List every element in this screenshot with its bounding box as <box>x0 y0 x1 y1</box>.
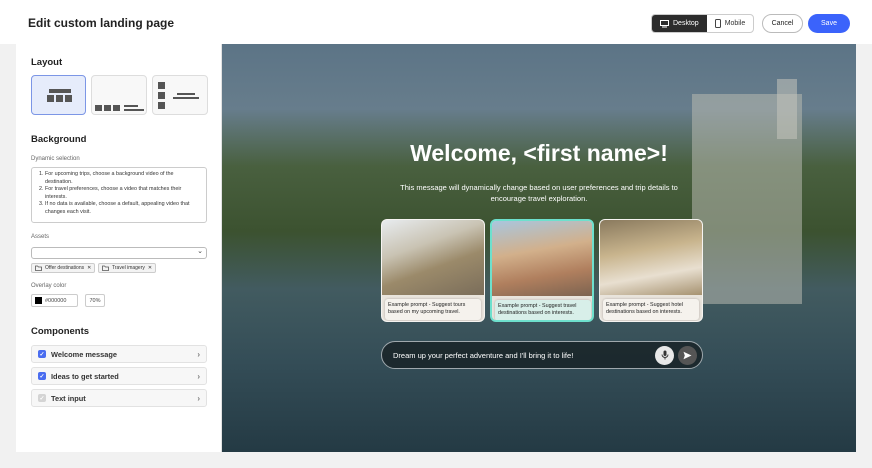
save-button[interactable]: Save <box>808 14 850 33</box>
desktop-toggle[interactable]: Desktop <box>652 15 707 32</box>
prompt-input[interactable]: Dream up your perfect adventure and I'll… <box>381 341 703 369</box>
components-heading: Components <box>31 326 90 337</box>
component-text-input[interactable]: ✓ Text input › <box>31 389 207 407</box>
top-bar: Edit custom landing page Desktop Mobile … <box>0 0 872 44</box>
idea-card[interactable]: Example prompt - Suggest travel destinat… <box>490 219 594 322</box>
settings-panel: Layout Background Dynamic selection For … <box>16 44 222 452</box>
dynamic-rule: If no data is available, choose a defaul… <box>45 201 202 216</box>
component-welcome-message[interactable]: ✓ Welcome message › <box>31 345 207 363</box>
send-icon <box>683 351 692 359</box>
checkbox[interactable]: ✓ <box>38 372 46 380</box>
overlay-color-field[interactable]: #000000 <box>31 294 78 307</box>
overlay-opacity-field[interactable]: 70% <box>85 294 105 307</box>
assets-select[interactable]: ⌄ <box>31 247 207 259</box>
desktop-label: Desktop <box>673 20 699 27</box>
folder-icon <box>35 265 42 271</box>
welcome-title: Welcome, <first name>! <box>410 140 668 166</box>
layout-centered-icon <box>47 89 72 102</box>
landing-page-preview: Welcome, <first name>! This message will… <box>222 44 856 452</box>
chevron-down-icon: ⌄ <box>197 248 203 255</box>
prompt-placeholder: Dream up your perfect adventure and I'll… <box>393 350 574 360</box>
layout-bottom-icon <box>95 105 144 111</box>
background-tower <box>777 79 797 139</box>
component-ideas[interactable]: ✓ Ideas to get started › <box>31 367 207 385</box>
background-heading: Background <box>31 134 87 145</box>
card-prompt: Example prompt - Suggest tours based on … <box>385 299 481 320</box>
mobile-toggle[interactable]: Mobile <box>707 15 754 32</box>
remove-tag-icon[interactable]: ✕ <box>148 265 152 271</box>
idea-card[interactable]: Example prompt - Suggest hotel destinati… <box>599 219 703 322</box>
layout-option-centered[interactable] <box>31 75 86 115</box>
welcome-subtitle: This message will dynamically change bas… <box>400 183 678 203</box>
send-button[interactable] <box>678 345 697 365</box>
layout-heading: Layout <box>31 57 63 68</box>
component-label: Ideas to get started <box>51 371 119 381</box>
layout-option-bottom[interactable] <box>91 75 147 115</box>
page-title: Edit custom landing page <box>28 16 175 30</box>
phone-icon <box>714 19 721 28</box>
chevron-right-icon: › <box>197 349 200 359</box>
overlay-color-value: #000000 <box>45 297 67 304</box>
component-label: Text input <box>51 393 86 403</box>
view-toggle: Desktop Mobile <box>651 14 755 33</box>
dynamic-selection-label: Dynamic selection <box>31 156 80 162</box>
checkbox[interactable]: ✓ <box>38 350 46 358</box>
chevron-right-icon: › <box>197 371 200 381</box>
remove-tag-icon[interactable]: ✕ <box>87 265 91 271</box>
asset-tag: Travel imagery ✕ <box>98 263 157 273</box>
idea-card[interactable]: Example prompt - Suggest tours based on … <box>381 219 485 322</box>
color-swatch[interactable] <box>35 297 42 304</box>
asset-tag-label: Travel imagery <box>112 265 145 271</box>
dynamic-rule: For travel preferences, choose a video t… <box>45 186 202 201</box>
asset-tag: Offer destinations ✕ <box>31 263 96 273</box>
monitor-icon <box>660 19 669 27</box>
cityscape-photo <box>492 221 592 296</box>
layout-option-left[interactable] <box>152 75 208 115</box>
asset-tag-label: Offer destinations <box>45 265 85 271</box>
microphone-icon <box>661 350 668 360</box>
travelers-photo <box>382 220 484 295</box>
checkbox[interactable]: ✓ <box>38 394 46 402</box>
card-prompt: Example prompt - Suggest travel destinat… <box>495 300 591 320</box>
folder-icon <box>102 265 109 271</box>
layout-left-icon <box>158 82 199 109</box>
overlay-color-label: Overlay color <box>31 283 67 289</box>
dynamic-selection-textarea[interactable]: For upcoming trips, choose a background … <box>31 167 207 223</box>
dynamic-rule: For upcoming trips, choose a background … <box>45 171 202 186</box>
hotel-room-photo <box>600 220 702 295</box>
chevron-right-icon: › <box>197 393 200 403</box>
microphone-button[interactable] <box>655 345 674 365</box>
cancel-button[interactable]: Cancel <box>762 14 803 33</box>
card-prompt: Example prompt - Suggest hotel destinati… <box>603 299 699 320</box>
mobile-label: Mobile <box>724 20 746 27</box>
component-label: Welcome message <box>51 349 118 359</box>
assets-label: Assets <box>31 234 50 240</box>
